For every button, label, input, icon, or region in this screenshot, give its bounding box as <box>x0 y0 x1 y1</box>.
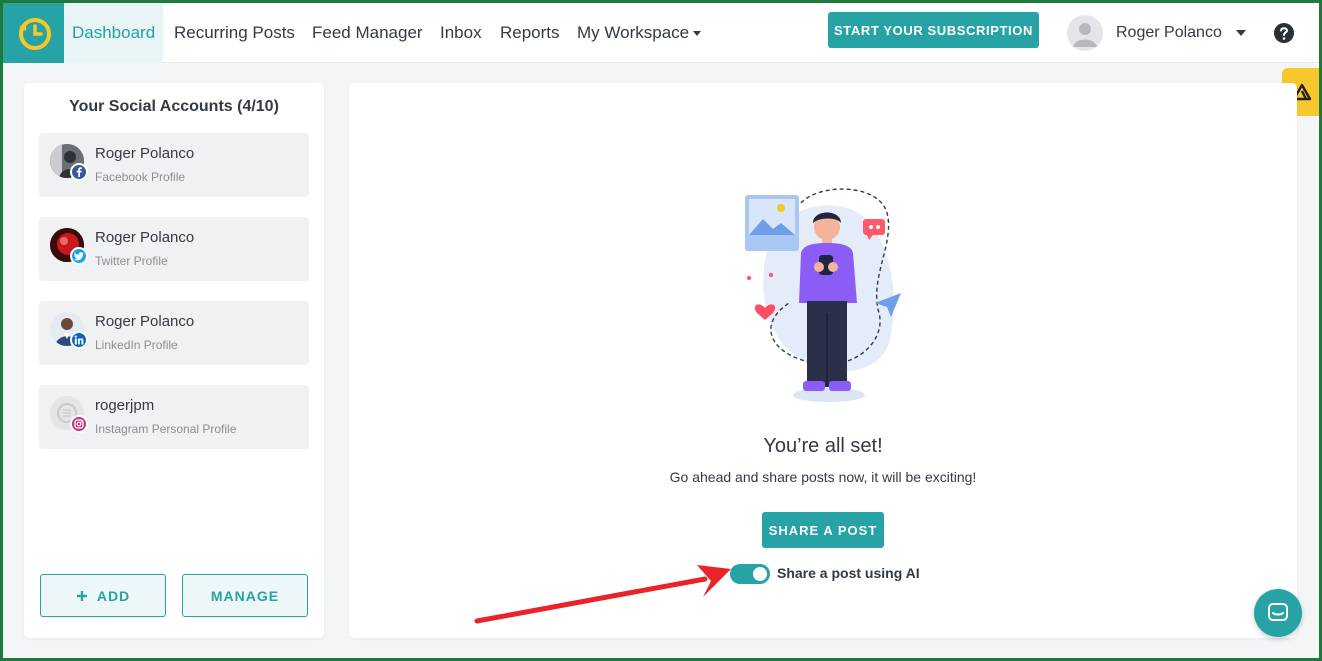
account-type: Instagram Personal Profile <box>95 422 237 436</box>
success-title: You’re all set! <box>763 435 883 457</box>
linkedin-icon <box>70 331 88 349</box>
nav-my-workspace[interactable]: My Workspace <box>577 3 702 63</box>
nav-recurring-posts[interactable]: Recurring Posts <box>174 3 295 63</box>
clock-logo-icon <box>18 18 51 50</box>
account-card[interactable]: Roger Polanco Twitter Profile <box>39 217 309 281</box>
help-icon[interactable] <box>1273 22 1295 44</box>
success-subtitle: Go ahead and share posts now, it will be… <box>669 469 977 485</box>
add-label: ADD <box>96 587 131 604</box>
user-menu-name[interactable]: Roger Polanco <box>1116 3 1222 63</box>
chat-support-button[interactable] <box>1254 589 1302 637</box>
account-card[interactable]: Roger Polanco LinkedIn Profile <box>39 301 309 365</box>
ai-share-toggle-label[interactable]: Share a post using AI <box>777 565 920 581</box>
account-type: LinkedIn Profile <box>95 338 178 352</box>
nav-dashboard[interactable]: Dashboard <box>64 3 164 63</box>
share-post-button[interactable]: SHARE A POST <box>762 512 884 548</box>
nav-feed-manager[interactable]: Feed Manager <box>312 3 423 63</box>
chat-icon <box>1268 603 1288 621</box>
add-account-button[interactable]: ADD <box>40 574 166 617</box>
app-logo[interactable] <box>3 3 64 63</box>
red-arrow-annotation <box>474 565 731 624</box>
chevron-down-icon[interactable] <box>1236 30 1246 36</box>
account-card[interactable]: rogerjpm Instagram Personal Profile <box>39 385 309 449</box>
account-type: Twitter Profile <box>95 254 168 268</box>
main-content-panel: You’re all set! Go ahead and share posts… <box>349 83 1297 638</box>
instagram-icon <box>70 415 88 433</box>
person-with-phone-illustration <box>745 188 901 402</box>
avatar[interactable] <box>1067 15 1103 51</box>
nav-reports[interactable]: Reports <box>500 3 560 63</box>
nav-my-workspace-label: My Workspace <box>577 23 690 42</box>
user-avatar-icon <box>1073 23 1097 47</box>
start-subscription-button[interactable]: START YOUR SUBSCRIPTION <box>828 12 1039 48</box>
social-accounts-panel: Your Social Accounts (4/10) Roger Polanc… <box>24 83 324 638</box>
account-type: Facebook Profile <box>95 170 186 184</box>
account-name: Roger Polanco <box>95 229 195 246</box>
top-navbar: Dashboard Recurring Posts Feed Manager I… <box>3 3 1319 63</box>
app-window: Dashboard Recurring Posts Feed Manager I… <box>3 3 1319 658</box>
nav-inbox[interactable]: Inbox <box>440 3 482 63</box>
account-card[interactable]: Roger Polanco Facebook Profile <box>39 133 309 197</box>
account-name: Roger Polanco <box>95 313 195 330</box>
manage-accounts-button[interactable]: MANAGE <box>182 574 308 617</box>
account-name: Roger Polanco <box>95 145 195 162</box>
chevron-down-icon <box>693 31 702 37</box>
twitter-icon <box>70 247 88 265</box>
account-name: rogerjpm <box>95 397 155 414</box>
facebook-icon <box>70 163 88 181</box>
plus-icon <box>76 590 87 601</box>
panel-title: Your Social Accounts (4/10) <box>69 98 279 115</box>
